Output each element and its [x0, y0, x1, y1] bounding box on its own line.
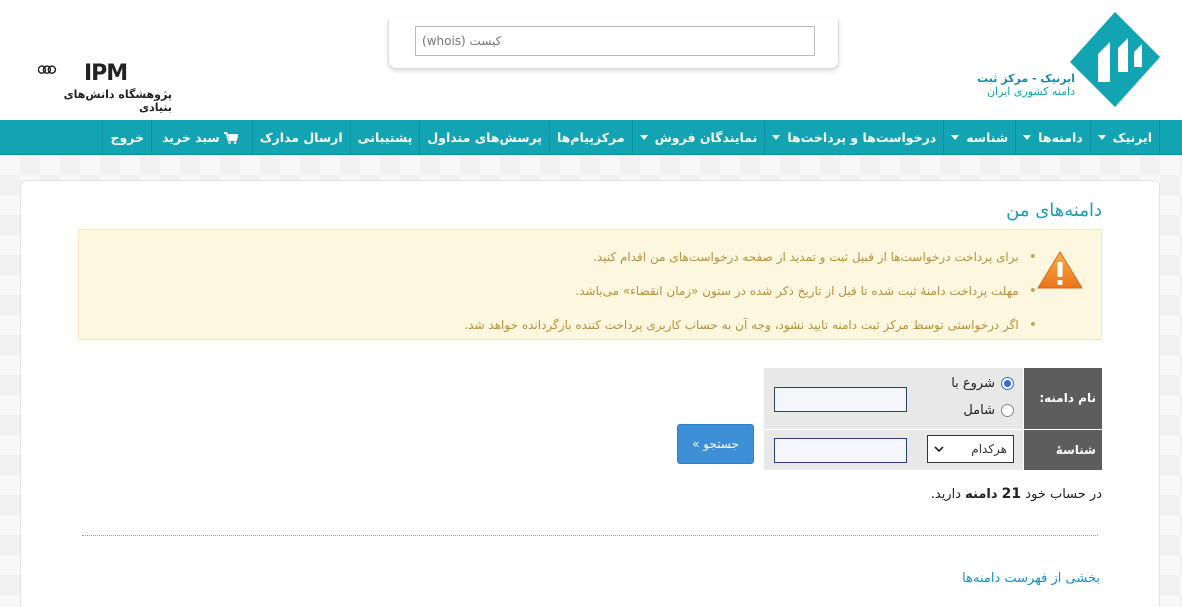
nav-item-irnic[interactable]: ایرنیک — [1089, 120, 1160, 155]
count-prefix: در حساب خود — [1025, 487, 1102, 502]
warning-icon — [1037, 251, 1083, 289]
nav-item-logout[interactable]: خروج — [102, 120, 151, 155]
domain-name-label: نام دامنه: — [1024, 368, 1102, 429]
chevron-down-icon — [639, 135, 648, 140]
alert-item: برای پرداخت درخواست‌ها از قبیل ثبت و تمد… — [464, 240, 1037, 274]
alert-item: اگر درخواستی توسط مرکز ثبت دامنه تایید ن… — [464, 308, 1037, 342]
alert-list: برای پرداخت درخواست‌ها از قبیل ثبت و تمد… — [464, 240, 1037, 342]
main-nav: ایرنیک دامنه‌ها شناسه درخواست‌ها و پرداخ… — [0, 120, 1182, 155]
count-suffix: دارید. — [930, 487, 961, 502]
logo-line2: دامنه کشوری ایران — [986, 85, 1075, 98]
irnic-logo-text: ایرنیک - مرکز ثبت دامنه کشوری ایران — [975, 72, 1075, 98]
contact-handle-input[interactable] — [774, 438, 907, 463]
radio-button[interactable] — [1001, 404, 1014, 417]
alert-item: مهلت پرداخت دامنهٔ ثبت شده تا قبل از تار… — [464, 274, 1037, 308]
domain-name-input[interactable] — [774, 387, 907, 412]
chevron-down-icon — [772, 135, 781, 140]
radio-label: شروع با — [951, 376, 995, 391]
chevron-down-icon — [1097, 135, 1106, 140]
whois-input[interactable] — [415, 26, 815, 56]
nav-label: ارسال مدارک — [259, 130, 343, 145]
chevron-down-icon — [1023, 135, 1032, 140]
info-alert: برای پرداخت درخواست‌ها از قبیل ثبت و تمد… — [78, 229, 1102, 340]
nav-item-faq[interactable]: پرسش‌های متداول — [419, 120, 549, 155]
chevron-down-icon — [951, 135, 960, 140]
contact-handle-label: شناسهٔ رابط: — [1024, 430, 1102, 497]
divider — [82, 535, 1098, 536]
nav-label: مرکزپیام‌ها — [556, 130, 625, 145]
nav-item-support[interactable]: پشتیبانی — [349, 120, 420, 155]
nav-item-requests-payments[interactable]: درخواست‌ها و پرداخت‌ها — [764, 120, 943, 155]
cart-icon — [223, 131, 238, 144]
nav-label: پرسش‌های متداول — [427, 130, 542, 145]
ipm-logo-icon — [38, 65, 57, 74]
select-value: هرکدام — [971, 442, 1007, 456]
logo-line1: ایرنیک - مرکز ثبت — [977, 72, 1075, 85]
ipm-subtitle: پژوهشگاه دانش‌های بنیادی — [63, 88, 172, 114]
domain-count: در حساب خود 21 دامنه دارید. — [931, 486, 1102, 502]
nav-item-handle[interactable]: شناسه — [943, 120, 1015, 155]
count-number: 21 — [1001, 486, 1022, 502]
ipm-name: IPM — [84, 61, 128, 86]
nav-label: سبد خرید — [162, 130, 220, 145]
nav-label: دامنه‌ها — [1038, 130, 1083, 145]
irnic-logo-icon[interactable] — [1070, 12, 1160, 107]
nav-label: شناسه — [966, 130, 1009, 145]
nav-label: پشتیبانی — [357, 130, 413, 145]
nav-label: درخواست‌ها و پرداخت‌ها — [787, 130, 937, 145]
nav-item-send-documents[interactable]: ارسال مدارک — [251, 120, 350, 155]
nav-label: خروج — [110, 130, 145, 145]
radio-label: شامل — [963, 403, 995, 418]
nav-label: نمایندگان فروش — [654, 130, 758, 145]
radio-contains[interactable]: شامل — [963, 403, 1014, 418]
nav-label: ایرنیک — [1112, 130, 1152, 145]
search-button[interactable]: جستجو » — [677, 424, 754, 464]
header: ایرنیک - مرکز ثبت دامنه کشوری ایران IPM … — [0, 0, 1182, 120]
count-word: دامنه — [965, 487, 998, 502]
nav-item-domains[interactable]: دامنه‌ها — [1015, 120, 1089, 155]
radio-starts-with[interactable]: شروع با — [951, 376, 1014, 391]
domain-list-section-link[interactable]: بخشی از فهرست دامنه‌ها — [962, 571, 1100, 586]
whois-panel — [388, 19, 839, 69]
chevron-down-icon — [934, 446, 944, 453]
nav-item-message-center[interactable]: مرکزپیام‌ها — [548, 120, 632, 155]
page-title: دامنه‌های من — [1006, 200, 1102, 221]
nav-item-resellers[interactable]: نمایندگان فروش — [631, 120, 765, 155]
contact-type-select[interactable]: هرکدام — [927, 435, 1014, 463]
radio-button-checked[interactable] — [1001, 377, 1014, 390]
nav-item-cart[interactable]: سبد خرید — [151, 120, 252, 155]
